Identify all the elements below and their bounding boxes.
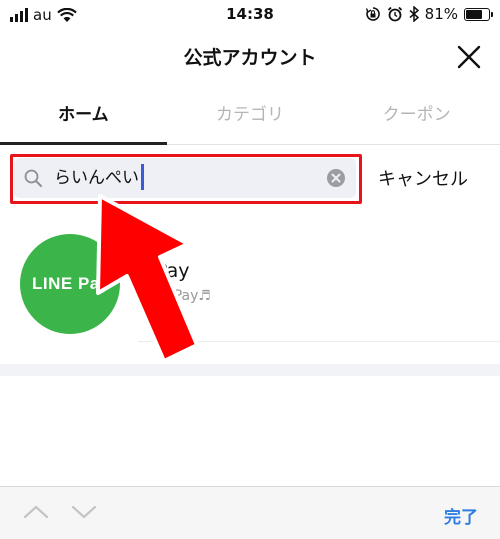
- tab-bar: ホーム カテゴリ クーポン: [0, 90, 500, 145]
- section-divider: [0, 364, 500, 376]
- search-result-item[interactable]: LINE Pay E Pay LINE Pay♬: [0, 230, 500, 342]
- result-description: LINE Pay♬: [138, 288, 211, 304]
- line-pay-logo: LINE Pay: [20, 234, 120, 334]
- nav-bar: 公式アカウント: [0, 30, 500, 82]
- chevron-down-icon[interactable]: [70, 501, 98, 523]
- alarm-icon: [387, 6, 402, 22]
- status-bar: au 14:38 81%: [0, 0, 500, 30]
- search-row: らいんぺい キャンセル: [0, 148, 500, 212]
- battery-icon: [464, 7, 493, 21]
- clear-icon[interactable]: [326, 168, 346, 188]
- tab-home[interactable]: ホーム: [0, 90, 167, 145]
- close-icon[interactable]: [454, 42, 484, 72]
- lock-rotation-icon: [365, 7, 380, 21]
- search-input[interactable]: らいんぺい: [14, 158, 356, 198]
- tab-coupon[interactable]: クーポン: [333, 90, 500, 144]
- tab-category[interactable]: カテゴリ: [167, 90, 334, 144]
- battery-percent: 81%: [424, 5, 458, 23]
- divider: [138, 341, 500, 342]
- text-caret: [141, 164, 144, 190]
- result-name: E Pay: [138, 260, 190, 282]
- cancel-button[interactable]: キャンセル: [378, 165, 468, 191]
- search-icon: [24, 169, 42, 187]
- chevron-up-icon[interactable]: [22, 501, 50, 523]
- page-title: 公式アカウント: [183, 47, 317, 69]
- keyboard-toolbar: 完了: [0, 486, 500, 539]
- bluetooth-icon: [409, 6, 419, 22]
- search-query: らいんぺい: [54, 168, 139, 188]
- done-button[interactable]: 完了: [444, 503, 478, 528]
- logo-label: LINE Pay: [32, 274, 110, 293]
